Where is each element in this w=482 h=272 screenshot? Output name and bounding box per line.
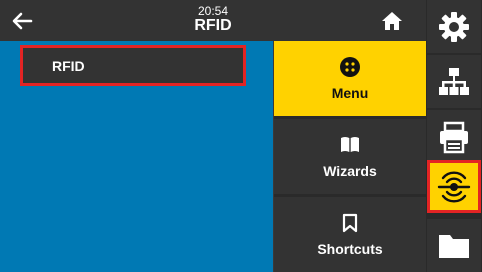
list-item-rfid[interactable]: RFID <box>20 45 246 86</box>
menu-button[interactable]: Menu <box>274 41 426 116</box>
settings-button[interactable] <box>427 0 481 53</box>
dots-grid-icon <box>340 56 360 77</box>
shortcuts-button-label: Shortcuts <box>317 240 383 257</box>
wizards-button[interactable]: Wizards <box>274 119 426 194</box>
top-bar: 20:54 RFID <box>0 0 426 41</box>
wizards-button-label: Wizards <box>323 162 377 179</box>
rfid-icon <box>437 171 471 202</box>
printer-button[interactable] <box>427 110 481 163</box>
shortcuts-button[interactable]: Shortcuts <box>274 197 426 272</box>
folder-icon <box>439 234 469 258</box>
printer-icon <box>440 121 468 153</box>
clock: 20:54 <box>197 4 229 18</box>
network-icon <box>439 67 469 95</box>
menu-column: Menu Wizards Shortcuts <box>274 41 426 272</box>
book-open-icon <box>341 136 359 152</box>
home-icon[interactable] <box>380 9 404 33</box>
network-button[interactable] <box>427 55 481 108</box>
list-item-label: RFID <box>52 57 85 74</box>
page-title: RFID <box>194 17 232 34</box>
side-rail <box>426 0 482 272</box>
rfid-button[interactable] <box>427 160 481 213</box>
main-panel: RFID <box>0 41 273 272</box>
bookmark-icon <box>342 213 358 232</box>
files-button[interactable] <box>427 219 481 272</box>
menu-button-label: Menu <box>331 84 369 101</box>
gear-icon <box>439 11 469 42</box>
